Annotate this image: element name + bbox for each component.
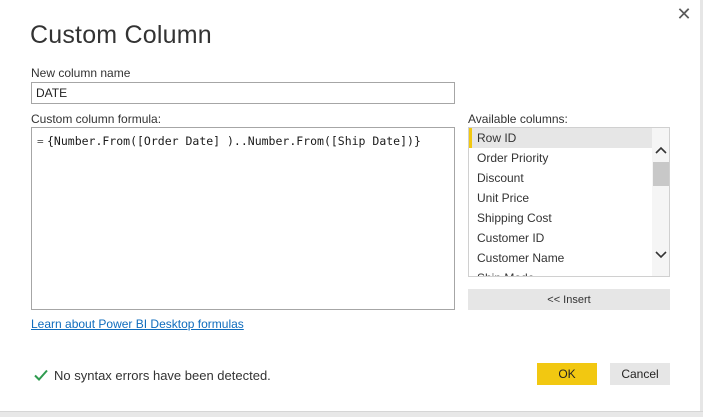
formula-equals-sign: = <box>37 135 44 148</box>
column-item-unit-price[interactable]: Unit Price <box>469 188 652 208</box>
column-item-discount[interactable]: Discount <box>469 168 652 188</box>
formula-editor[interactable]: = {Number.From([Order Date] )..Number.Fr… <box>31 127 455 310</box>
syntax-status-text: No syntax errors have been detected. <box>54 368 271 383</box>
cancel-button[interactable]: Cancel <box>610 363 670 385</box>
column-item-customer-id[interactable]: Customer ID <box>469 228 652 248</box>
insert-button[interactable]: << Insert <box>468 289 670 310</box>
columns-scrollbar[interactable] <box>652 128 669 276</box>
chevron-down-icon[interactable] <box>652 248 669 264</box>
formula-label: Custom column formula: <box>31 112 162 126</box>
dialog-title: Custom Column <box>30 21 212 49</box>
column-name-input[interactable] <box>31 82 455 104</box>
custom-column-dialog: ✕ Custom Column New column name Custom c… <box>0 0 703 417</box>
scrollbar-thumb[interactable] <box>653 162 669 186</box>
column-item-shipping-cost[interactable]: Shipping Cost <box>469 208 652 228</box>
available-columns-label: Available columns: <box>468 112 568 126</box>
column-item-ship-mode[interactable]: Ship Mode <box>469 268 652 276</box>
column-item-customer-name[interactable]: Customer Name <box>469 248 652 268</box>
available-columns-list[interactable]: Row ID Order Priority Discount Unit Pric… <box>468 127 670 277</box>
learn-formulas-link[interactable]: Learn about Power BI Desktop formulas <box>31 317 244 331</box>
chevron-up-icon[interactable] <box>652 143 669 159</box>
column-item-row-id[interactable]: Row ID <box>469 128 652 148</box>
background-strip <box>0 411 703 417</box>
column-item-order-priority[interactable]: Order Priority <box>469 148 652 168</box>
close-icon[interactable]: ✕ <box>672 4 696 26</box>
checkmark-icon <box>33 367 49 383</box>
ok-button[interactable]: OK <box>537 363 597 385</box>
column-name-label: New column name <box>31 66 131 80</box>
formula-text[interactable]: {Number.From([Order Date] )..Number.From… <box>47 134 421 148</box>
